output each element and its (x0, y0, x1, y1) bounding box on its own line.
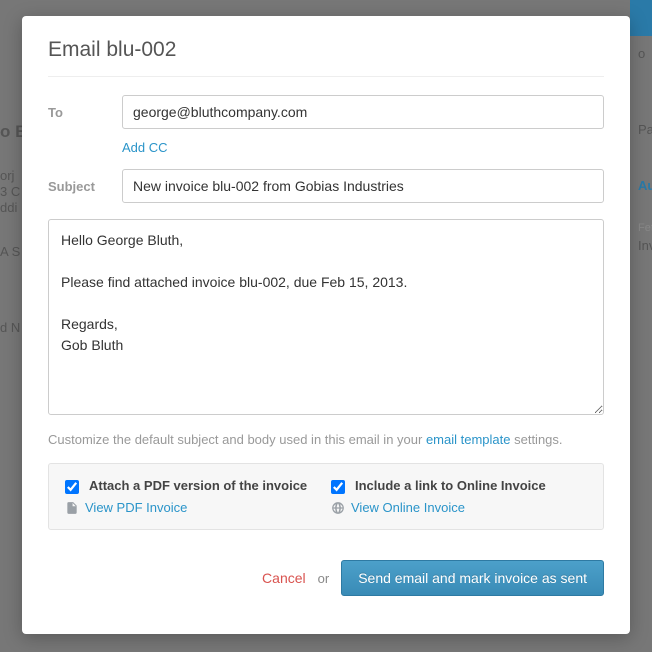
modal-title: Email blu-002 (48, 38, 604, 77)
to-row: To (48, 95, 604, 129)
subject-input[interactable] (122, 169, 604, 203)
modal-footer: Cancel or Send email and mark invoice as… (48, 560, 604, 596)
template-hint: Customize the default subject and body u… (48, 432, 604, 447)
email-invoice-modal: Email blu-002 To Add CC Subject Customiz… (22, 16, 630, 634)
attachment-options: Attach a PDF version of the invoice View… (48, 463, 604, 530)
send-email-button[interactable]: Send email and mark invoice as sent (341, 560, 604, 596)
pdf-file-icon (65, 501, 79, 515)
email-template-link[interactable]: email template (426, 432, 511, 447)
subject-row: Subject (48, 169, 604, 203)
to-input[interactable] (122, 95, 604, 129)
attach-pdf-label: Attach a PDF version of the invoice (89, 478, 307, 493)
attach-pdf-option: Attach a PDF version of the invoice View… (65, 478, 321, 515)
attach-online-label: Include a link to Online Invoice (355, 478, 546, 493)
subject-label: Subject (48, 179, 122, 194)
add-cc-link[interactable]: Add CC (122, 140, 168, 155)
or-separator: or (318, 571, 330, 586)
globe-icon (331, 501, 345, 515)
body-textarea[interactable] (48, 219, 604, 415)
attach-online-option: Include a link to Online Invoice View On… (331, 478, 587, 515)
view-pdf-link[interactable]: View PDF Invoice (85, 500, 187, 515)
to-label: To (48, 105, 122, 120)
view-online-link[interactable]: View Online Invoice (351, 500, 465, 515)
attach-pdf-checkbox[interactable] (65, 480, 79, 494)
attach-online-checkbox[interactable] (331, 480, 345, 494)
cancel-button[interactable]: Cancel (262, 570, 306, 586)
add-cc-row: Add CC (122, 139, 604, 155)
